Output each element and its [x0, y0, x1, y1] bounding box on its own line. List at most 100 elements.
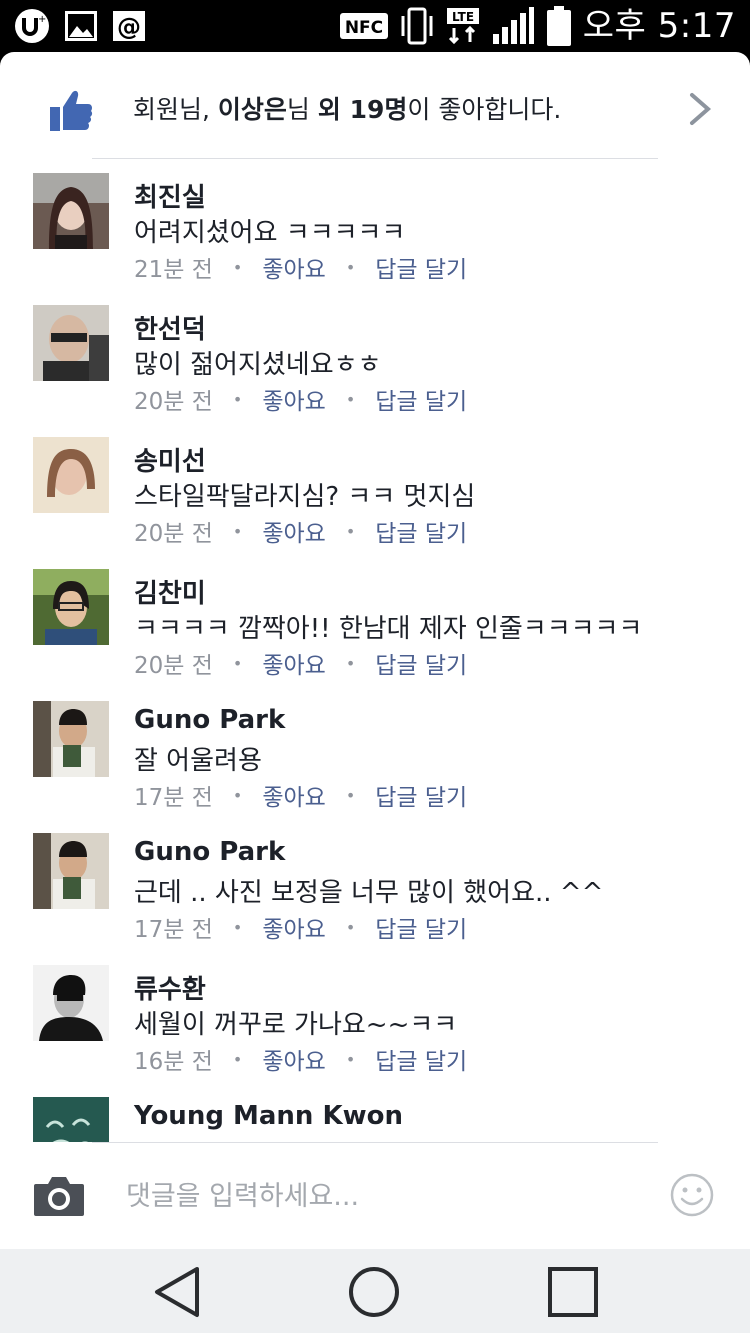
- comment-meta: 17분 전 • 좋아요 • 답글 달기: [134, 778, 467, 812]
- avatar[interactable]: [33, 305, 109, 381]
- vibrate-icon: [401, 7, 433, 45]
- comment-text: 세월이 꺼꾸로 가나요~~ㅋㅋ: [134, 1010, 458, 1040]
- comment-item: 한선덕 많이 젊어지셨네요ㅎㅎ 20분 전 • 좋아요 • 답글 달기: [0, 292, 750, 424]
- svg-text:+: +: [38, 14, 46, 25]
- comment-time: 20분 전: [134, 389, 213, 415]
- comment-time: 21분 전: [134, 257, 213, 283]
- recents-icon[interactable]: [546, 1265, 600, 1319]
- comment-time: 17분 전: [134, 785, 213, 811]
- comment-author[interactable]: 류수환: [134, 969, 206, 1006]
- like-link[interactable]: 좋아요: [262, 1042, 325, 1076]
- reply-link[interactable]: 답글 달기: [375, 514, 467, 548]
- like-link[interactable]: 좋아요: [262, 910, 325, 944]
- like-link[interactable]: 좋아요: [262, 646, 325, 680]
- comment-text: 근데 .. 사진 보정을 너무 많이 했어요.. ^^: [134, 878, 604, 908]
- likes-text: 회원님, 이상은님 외 19명이 좋아합니다.: [133, 95, 562, 124]
- liker-name: 이상은: [217, 95, 287, 124]
- uplus-icon: +: [15, 9, 49, 43]
- camera-icon[interactable]: [32, 1172, 86, 1218]
- comment-author[interactable]: 한선덕: [134, 309, 206, 346]
- comment-time: 16분 전: [134, 1049, 213, 1075]
- comment-text: 많이 젊어지셨네요ㅎㅎ: [134, 350, 382, 380]
- comment-author[interactable]: Guno Park: [134, 837, 285, 867]
- comment-meta: 20분 전 • 좋아요 • 답글 달기: [134, 646, 467, 680]
- avatar[interactable]: [33, 965, 109, 1041]
- avatar[interactable]: [33, 701, 109, 777]
- comment-item: 김찬미 ㅋㅋㅋㅋ 깜짝아!! 한남대 제자 인줄ㅋㅋㅋㅋㅋ 20분 전 • 좋아…: [0, 556, 750, 688]
- status-bar: + @ NFC LTE 오후 5:17: [0, 0, 750, 52]
- composer-divider: [92, 1142, 658, 1143]
- like-link[interactable]: 좋아요: [262, 514, 325, 548]
- comment-item: 류수환 세월이 꺼꾸로 가나요~~ㅋㅋ 16분 전 • 좋아요 • 답글 달기: [0, 952, 750, 1084]
- avatar[interactable]: [33, 569, 109, 645]
- thumbs-up-icon: [50, 90, 93, 131]
- separator-dot: •: [345, 1049, 356, 1069]
- comment-meta: 17분 전 • 좋아요 • 답글 달기: [134, 910, 467, 944]
- likes-count: 외 19명: [317, 95, 408, 124]
- comment-item: Guno Park 근데 .. 사진 보정을 너무 많이 했어요.. ^^ 17…: [0, 820, 750, 952]
- reply-link[interactable]: 답글 달기: [375, 382, 467, 416]
- separator-dot: •: [232, 521, 243, 541]
- smiley-icon[interactable]: [669, 1172, 715, 1218]
- separator-dot: •: [345, 653, 356, 673]
- reply-link[interactable]: 답글 달기: [375, 1042, 467, 1076]
- like-link[interactable]: 좋아요: [262, 250, 325, 284]
- at-icon: @: [113, 11, 145, 41]
- back-icon[interactable]: [152, 1265, 204, 1319]
- separator-dot: •: [345, 917, 356, 937]
- separator-dot: •: [232, 917, 243, 937]
- comment-text: 스타일팍달라지심? ㅋㅋ 멋지심: [134, 482, 476, 512]
- reply-link[interactable]: 답글 달기: [375, 250, 467, 284]
- separator-dot: •: [232, 1049, 243, 1069]
- comment-author[interactable]: Young Mann Kwon: [134, 1101, 403, 1131]
- separator-dot: •: [345, 521, 356, 541]
- likes-divider: [92, 158, 658, 159]
- comment-text: 어려지셨어요 ㅋㅋㅋㅋㅋ: [134, 218, 406, 248]
- comment-author[interactable]: 김찬미: [134, 573, 206, 610]
- comment-author[interactable]: 최진실: [134, 177, 206, 214]
- separator-dot: •: [232, 389, 243, 409]
- comment-item: Guno Park 잘 어울려용 17분 전 • 좋아요 • 답글 달기: [0, 688, 750, 820]
- avatar[interactable]: [33, 437, 109, 513]
- comment-meta: 16분 전 • 좋아요 • 답글 달기: [134, 1042, 467, 1076]
- reply-link[interactable]: 답글 달기: [375, 778, 467, 812]
- navigation-bar: [0, 1249, 750, 1333]
- comment-meta: 21분 전 • 좋아요 • 답글 달기: [134, 250, 467, 284]
- comment-meta: 20분 전 • 좋아요 • 답글 달기: [134, 514, 467, 548]
- separator-dot: •: [345, 389, 356, 409]
- like-link[interactable]: 좋아요: [262, 778, 325, 812]
- separator-dot: •: [232, 653, 243, 673]
- comment-item: 송미선 스타일팍달라지심? ㅋㅋ 멋지심 20분 전 • 좋아요 • 답글 달기: [0, 424, 750, 556]
- comment-composer: [0, 1142, 750, 1249]
- comments-panel: 회원님, 이상은님 외 19명이 좋아합니다. 최진실 어려지셨어요 ㅋㅋㅋㅋㅋ…: [0, 52, 750, 1249]
- comment-author[interactable]: 송미선: [134, 441, 206, 478]
- reply-link[interactable]: 답글 달기: [375, 910, 467, 944]
- comment-list[interactable]: 최진실 어려지셨어요 ㅋㅋㅋㅋㅋ 21분 전 • 좋아요 • 답글 달기 한선덕…: [0, 160, 750, 1142]
- nfc-icon: NFC: [339, 13, 388, 39]
- avatar[interactable]: [33, 833, 109, 909]
- clock-time: 오후 5:17: [582, 6, 736, 46]
- signal-icon: [492, 7, 534, 44]
- likes-summary[interactable]: 회원님, 이상은님 외 19명이 좋아합니다.: [0, 52, 750, 160]
- avatar[interactable]: [33, 1097, 109, 1142]
- svg-text:@: @: [117, 13, 141, 41]
- home-icon[interactable]: [347, 1265, 401, 1319]
- gallery-icon: [65, 11, 97, 41]
- comment-text: 잘 어울려용: [134, 746, 262, 776]
- separator-dot: •: [345, 785, 356, 805]
- comment-item: 최진실 어려지셨어요 ㅋㅋㅋㅋㅋ 21분 전 • 좋아요 • 답글 달기: [0, 160, 750, 292]
- comment-time: 17분 전: [134, 917, 213, 943]
- battery-icon: [546, 6, 571, 46]
- reply-link[interactable]: 답글 달기: [375, 646, 467, 680]
- chevron-right-icon[interactable]: [688, 92, 712, 126]
- comment-author[interactable]: Guno Park: [134, 705, 285, 735]
- separator-dot: •: [232, 785, 243, 805]
- avatar[interactable]: [33, 173, 109, 249]
- like-link[interactable]: 좋아요: [262, 382, 325, 416]
- comment-meta: 20분 전 • 좋아요 • 답글 달기: [134, 382, 467, 416]
- comment-time: 20분 전: [134, 653, 213, 679]
- comment-time: 20분 전: [134, 521, 213, 547]
- lte-icon: LTE: [446, 8, 479, 45]
- nfc-label: NFC: [345, 18, 383, 38]
- comment-input[interactable]: [126, 1174, 646, 1218]
